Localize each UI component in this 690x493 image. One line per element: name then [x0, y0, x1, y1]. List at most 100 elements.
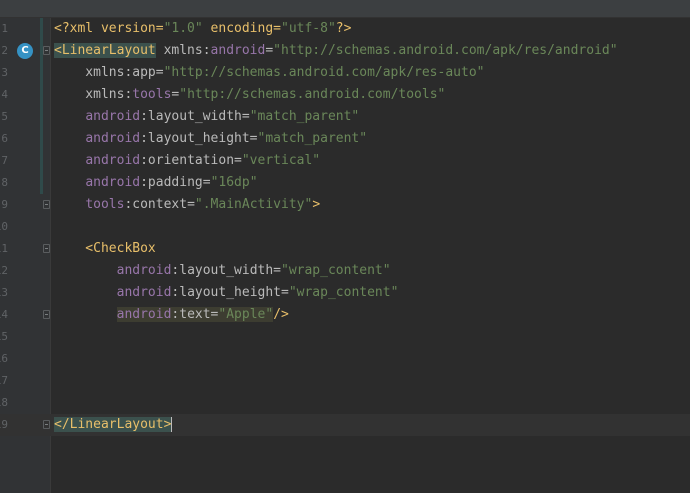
code-text: android:padding="16dp"	[54, 172, 258, 194]
code-text: <?xml version="1.0" encoding="utf-8"?>	[54, 18, 351, 40]
code-editor[interactable]: 1 <?xml version="1.0" encoding="utf-8"?> 2…	[0, 18, 690, 493]
text-caret	[171, 417, 173, 432]
code-token: tools	[85, 197, 125, 212]
code-token: "utf-8"	[281, 21, 336, 36]
code-line[interactable]: 5 android:layout_width="match_parent"	[0, 106, 690, 128]
code-line[interactable]: 4 xmlns:tools="http://schemas.android.co…	[0, 84, 690, 106]
code-token: android	[85, 153, 141, 168]
code-token: :layout_height=	[140, 131, 258, 146]
code-token: "1.0"	[163, 21, 203, 36]
code-line[interactable]: 8 android:padding="16dp"	[0, 172, 690, 194]
fold-marker-icon[interactable]	[43, 310, 50, 319]
code-token: android	[85, 109, 141, 124]
code-line[interactable]: 6 android:layout_height="match_parent"	[0, 128, 690, 150]
code-token: android	[85, 175, 141, 190]
code-token: "http://schemas.android.com/tools"	[179, 87, 446, 102]
code-token: <CheckBox	[54, 241, 156, 256]
code-token: "vertical"	[241, 153, 321, 168]
line-number: 13	[0, 286, 8, 299]
code-token: "16dp"	[210, 175, 258, 190]
code-token: xmlns:app=	[54, 65, 164, 80]
code-line[interactable]: 18	[0, 392, 690, 414]
code-line[interactable]: 17	[0, 370, 690, 392]
line-number: 15	[0, 330, 8, 343]
code-token: :orientation=	[140, 153, 242, 168]
line-number: 8	[1, 176, 8, 189]
code-token: </LinearLayout	[54, 417, 164, 432]
code-token: android	[116, 263, 172, 278]
line-number: 11	[0, 242, 8, 255]
code-token: android	[116, 285, 172, 300]
line-number: 2	[1, 44, 8, 57]
code-line[interactable]: 11 <CheckBox	[0, 238, 690, 260]
code-token: :layout_width=	[140, 109, 250, 124]
line-number: 18	[0, 396, 8, 409]
fold-marker-icon[interactable]	[43, 200, 50, 209]
code-token: tools	[132, 87, 172, 102]
code-line[interactable]: 10	[0, 216, 690, 238]
code-text: tools:context=".MainActivity">	[54, 194, 320, 216]
fold-marker-icon[interactable]	[43, 244, 50, 253]
code-token: xmlns:	[54, 87, 133, 102]
code-text: xmlns:tools="http://schemas.android.com/…	[54, 84, 445, 106]
code-line[interactable]: 9 tools:context=".MainActivity">	[0, 194, 690, 216]
code-token: :text=	[171, 307, 219, 322]
code-text: android:layout_height="match_parent"	[54, 128, 367, 150]
code-token: :layout_height=	[171, 285, 289, 300]
line-number: 5	[1, 110, 8, 123]
code-line[interactable]: 7 android:orientation="vertical"	[0, 150, 690, 172]
code-line[interactable]: 15	[0, 326, 690, 348]
code-text: android:layout_width="match_parent"	[54, 106, 359, 128]
code-line[interactable]: 2 C <LinearLayout xmlns:android="http://sc…	[0, 40, 690, 62]
code-token: :context=	[124, 197, 195, 212]
line-number: 7	[1, 154, 8, 167]
code-token: <?xml version=	[54, 21, 164, 36]
code-token: android	[116, 307, 172, 322]
fold-marker-icon[interactable]	[43, 420, 50, 429]
code-token: =	[265, 43, 274, 58]
line-number: 12	[0, 264, 8, 277]
code-token: android	[85, 131, 141, 146]
fold-marker-icon[interactable]	[43, 46, 50, 55]
line-number: 9	[1, 198, 8, 211]
code-line[interactable]: 14 android:text="Apple"/>	[0, 304, 690, 326]
code-token: android	[210, 43, 266, 58]
code-token: xmlns:	[155, 43, 211, 58]
line-number: 16	[0, 352, 8, 365]
line-number: 17	[0, 374, 8, 387]
code-line[interactable]: 19 </LinearLayout>	[0, 414, 690, 436]
code-text: <CheckBox	[54, 238, 156, 260]
code-token: "match_parent"	[249, 109, 360, 124]
code-text: </LinearLayout>	[54, 414, 173, 436]
code-token: "http://schemas.android.com/apk/res-auto…	[163, 65, 485, 80]
code-line[interactable]: 1 <?xml version="1.0" encoding="utf-8"?>	[0, 18, 690, 40]
code-token: :layout_width=	[171, 263, 281, 278]
line-number: 1	[1, 22, 8, 35]
line-number: 10	[0, 220, 8, 233]
code-text: xmlns:app="http://schemas.android.com/ap…	[54, 62, 484, 84]
line-number: 19	[0, 418, 8, 431]
class-c-icon[interactable]: C	[17, 43, 33, 59]
code-token: :padding=	[140, 175, 211, 190]
line-number: 14	[0, 308, 8, 321]
code-line[interactable]: 16	[0, 348, 690, 370]
code-text: android:layout_height="wrap_content"	[54, 282, 399, 304]
code-token: ".MainActivity"	[194, 197, 313, 212]
code-token: ?>	[335, 21, 352, 36]
code-text: android:orientation="vertical"	[54, 150, 320, 172]
code-token: <LinearLayout	[54, 43, 156, 58]
editor-tab-bar	[0, 0, 690, 18]
code-line[interactable]: 12 android:layout_width="wrap_content"	[0, 260, 690, 282]
code-text: <LinearLayout xmlns:android="http://sche…	[54, 40, 618, 62]
code-text: android:layout_width="wrap_content"	[54, 260, 391, 282]
code-token: "match_parent"	[257, 131, 368, 146]
code-token: />	[273, 307, 289, 322]
code-token: "wrap_content"	[281, 263, 391, 278]
code-line[interactable]: 3 xmlns:app="http://schemas.android.com/…	[0, 62, 690, 84]
line-number: 6	[1, 132, 8, 145]
code-line[interactable]: 13 android:layout_height="wrap_content"	[0, 282, 690, 304]
